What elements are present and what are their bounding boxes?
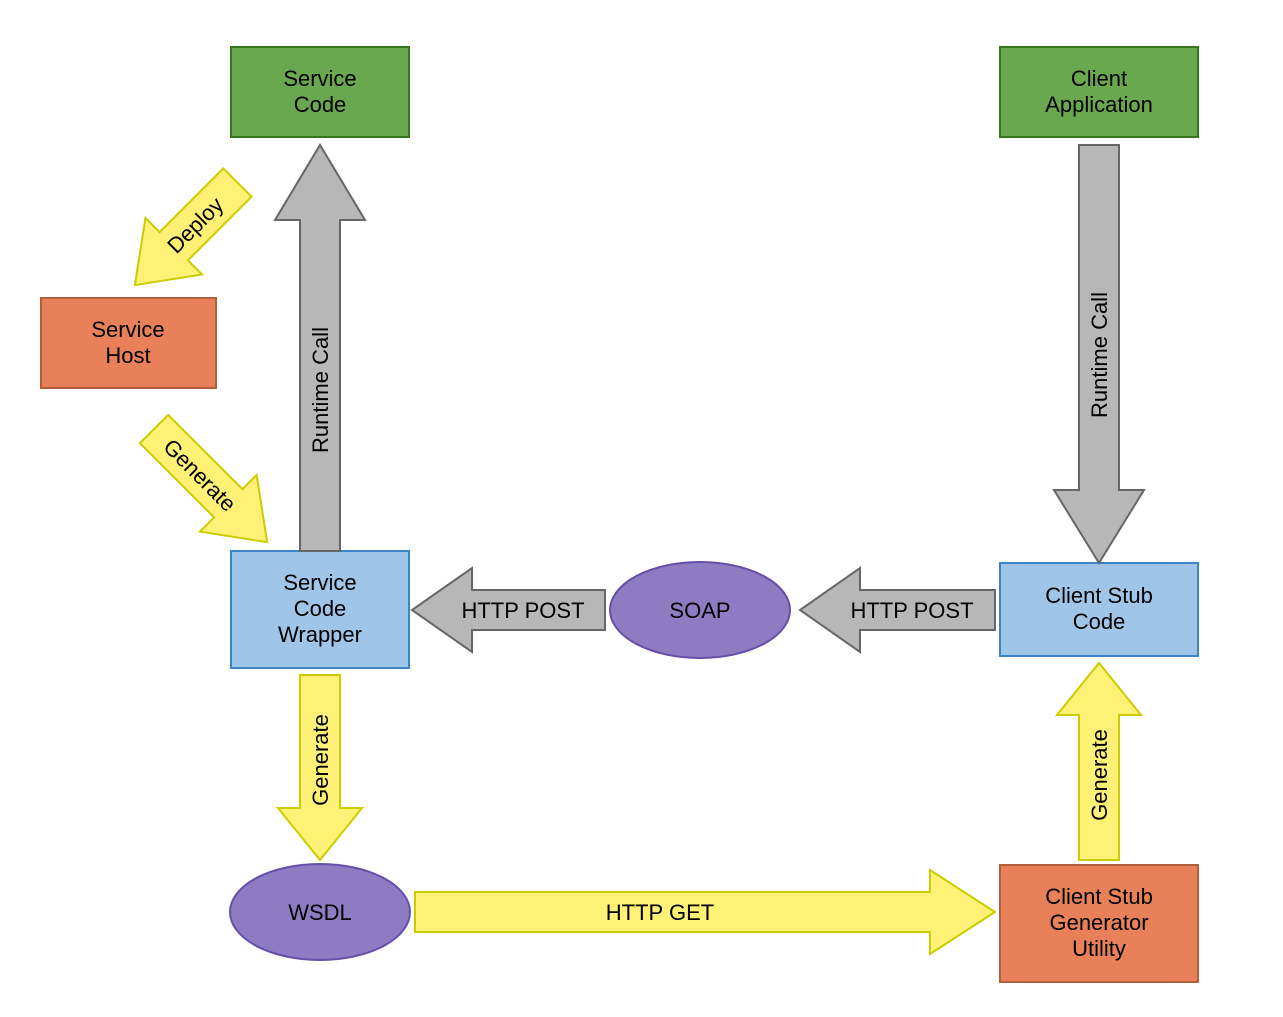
- service-host-label-2: Host: [105, 343, 150, 368]
- client-stub-label-1: Client Stub: [1045, 583, 1153, 608]
- arrow-generate-3: Generate: [1057, 663, 1141, 860]
- node-soap: SOAP: [610, 562, 790, 658]
- wsdl-label: WSDL: [288, 900, 352, 925]
- stubgen-label-3: Utility: [1072, 936, 1126, 961]
- arrow-http-post-left: HTTP POST: [412, 568, 605, 652]
- arrow-http-post-right: HTTP POST: [800, 568, 995, 652]
- soap-label: SOAP: [669, 598, 730, 623]
- node-service-code-wrapper: Service Code Wrapper: [231, 551, 409, 668]
- node-client-application: Client Application: [1000, 47, 1198, 137]
- generate3-label: Generate: [1087, 729, 1112, 821]
- service-code-label-2: Code: [294, 92, 347, 117]
- arrow-deploy: Deploy: [107, 154, 266, 313]
- node-service-host: Service Host: [41, 298, 216, 388]
- http-post-l-label: HTTP POST: [461, 598, 584, 623]
- service-host-label-1: Service: [91, 317, 164, 342]
- arrow-http-get: HTTP GET: [415, 870, 995, 954]
- runtime-right-label: Runtime Call: [1087, 292, 1112, 418]
- arrow-runtime-call-right: Runtime Call: [1054, 145, 1144, 563]
- http-get-label: HTTP GET: [606, 900, 714, 925]
- client-stub-label-2: Code: [1073, 609, 1126, 634]
- node-client-stub-generator: Client Stub Generator Utility: [1000, 865, 1198, 982]
- wrapper-label-3: Wrapper: [278, 622, 362, 647]
- stubgen-label-2: Generator: [1049, 910, 1148, 935]
- node-service-code: Service Code: [231, 47, 409, 137]
- client-app-label-1: Client: [1071, 66, 1127, 91]
- wrapper-label-1: Service: [283, 570, 356, 595]
- node-client-stub-code: Client Stub Code: [1000, 563, 1198, 656]
- arrow-generate-1: Generate Generate: [126, 401, 296, 571]
- service-code-label-1: Service: [283, 66, 356, 91]
- stubgen-label-1: Client Stub: [1045, 884, 1153, 909]
- wrapper-label-2: Code: [294, 596, 347, 621]
- arrow-generate-2: Generate: [278, 675, 362, 860]
- arrow-runtime-call-left: Runtime Call: [275, 145, 365, 551]
- http-post-r-label: HTTP POST: [850, 598, 973, 623]
- client-app-label-2: Application: [1045, 92, 1153, 117]
- generate2-label: Generate: [308, 714, 333, 806]
- node-wsdl: WSDL: [230, 864, 410, 960]
- runtime-left-label: Runtime Call: [308, 327, 333, 453]
